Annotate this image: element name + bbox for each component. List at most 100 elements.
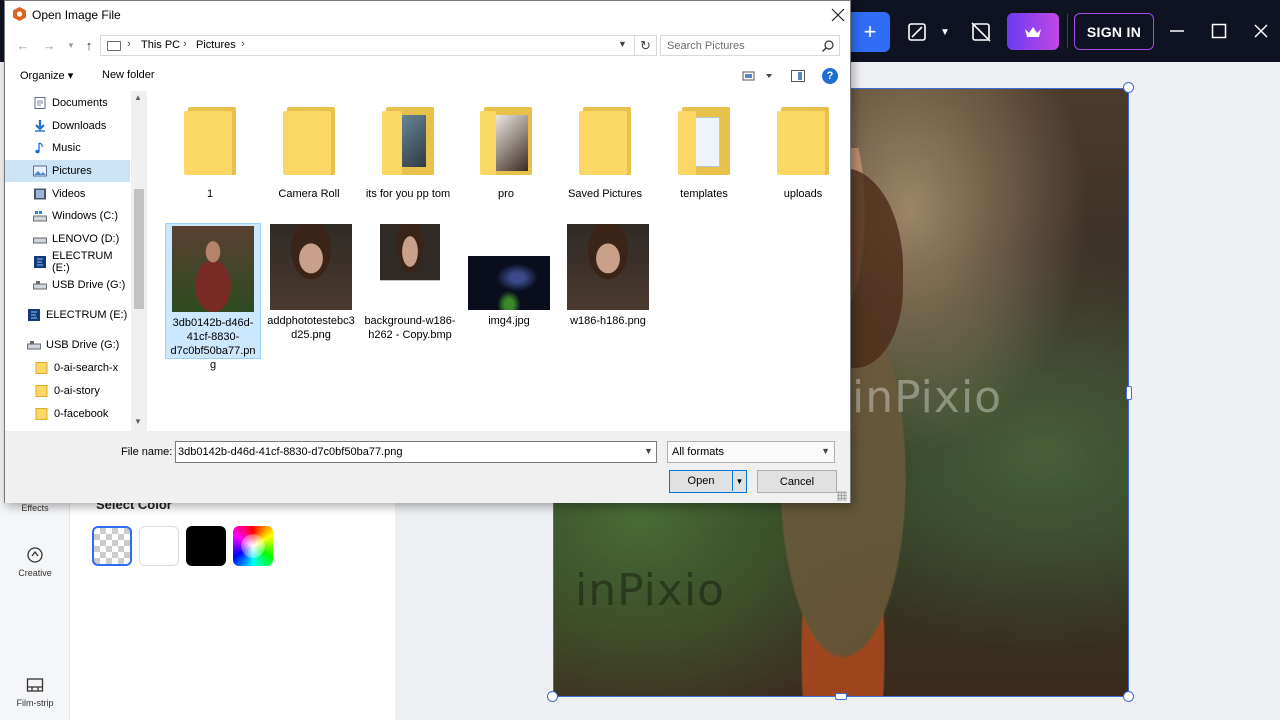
rail-item-effects[interactable]: Effects [0, 503, 70, 513]
nav-item-lenovo-d[interactable]: LENOVO (D:) [5, 228, 130, 250]
open-file-dialog: Open Image File ← → ▼ ↑ › This PC › Pict… [4, 0, 851, 503]
add-button-label: + [863, 19, 877, 44]
dialog-close-button[interactable] [827, 4, 849, 26]
folder-icon [35, 362, 48, 374]
nav-item-documents[interactable]: Documents [5, 92, 130, 114]
file-label: background-w186-h262 - Copy.bmp [364, 315, 456, 341]
file-item[interactable]: addphototestebc3d25.png [263, 224, 359, 342]
no-image-icon[interactable] [966, 18, 996, 46]
nav-item-label: USB Drive (G:) [52, 279, 126, 291]
organize-button[interactable]: Organize ▾ [20, 69, 73, 82]
nav-item-folder[interactable]: 0-facebook [5, 403, 130, 425]
file-name-combobox[interactable]: ▼ [175, 441, 657, 463]
folder-item[interactable]: templates [656, 101, 752, 201]
scroll-down-arrow-icon[interactable]: ▼ [134, 417, 142, 426]
dialog-toolbar: Organize ▾ New folder ? [5, 61, 850, 91]
folder-label: pro [498, 188, 514, 200]
resize-handle[interactable] [835, 693, 847, 700]
nav-item-windows-c[interactable]: Windows (C:) [5, 205, 130, 227]
nav-item-usb-g[interactable]: USB Drive (G:) [5, 274, 130, 296]
folder-item[interactable]: pro [458, 101, 554, 201]
image-thumbnail [567, 224, 649, 310]
folder-icon [283, 107, 335, 177]
file-item[interactable]: background-w186-h262 - Copy.bmp [362, 224, 458, 342]
scrollbar-thumb[interactable] [134, 189, 144, 309]
file-type-select[interactable]: All formats ▼ [667, 441, 835, 463]
resize-handle[interactable] [1123, 691, 1134, 702]
file-item[interactable]: w186-h186.png [560, 224, 656, 328]
cancel-button[interactable]: Cancel [757, 470, 837, 493]
swatch-white[interactable] [139, 526, 179, 566]
folder-label: uploads [783, 188, 823, 200]
nav-item-electrum-e-root[interactable]: ELECTRUM (E:) [5, 304, 130, 326]
sign-in-button[interactable]: SIGN IN [1074, 13, 1154, 50]
file-name-label: File name: [121, 446, 173, 458]
rail-item-creative[interactable]: Creative [0, 546, 70, 578]
resize-grip[interactable] [837, 491, 847, 501]
change-view-button[interactable] [741, 69, 775, 83]
rail-item-film-strip[interactable]: Film-strip [0, 676, 70, 708]
back-arrow-icon[interactable]: ← [15, 37, 31, 53]
resize-handle[interactable] [1123, 82, 1134, 93]
open-options-dropdown[interactable]: ▼ [732, 471, 746, 491]
nav-item-label: Downloads [52, 120, 107, 132]
nav-item-downloads[interactable]: Downloads [5, 115, 130, 137]
new-folder-button[interactable]: New folder [102, 69, 155, 81]
nav-item-folder[interactable]: 0-ai-search-x [5, 357, 130, 379]
forward-arrow-icon[interactable]: → [41, 37, 57, 53]
add-button[interactable]: + [850, 12, 890, 52]
folder-item[interactable]: uploads [755, 101, 851, 201]
nav-item-usb-g-root[interactable]: USB Drive (G:) [5, 334, 130, 356]
swatch-black[interactable] [186, 526, 226, 566]
image-thumbnail [270, 224, 352, 310]
nav-item-music[interactable]: Music [5, 137, 130, 159]
nav-item-folder[interactable]: 0-ai-story [5, 380, 130, 402]
file-item[interactable]: img4.jpg [461, 224, 557, 328]
swatch-color-wheel[interactable] [233, 526, 273, 566]
minimize-window-button[interactable] [1164, 18, 1190, 44]
folder-label: templates [680, 188, 728, 200]
swatch-transparent[interactable] [92, 526, 132, 566]
search-icon[interactable] [821, 39, 835, 53]
dialog-footer: File name: ▼ All formats ▼ Open ▼ Cancel [5, 431, 850, 503]
nav-item-label: 0-facebook [54, 408, 109, 420]
nav-item-electrum-e[interactable]: ELECTRUM (E:) [5, 250, 130, 274]
nav-item-label: LENOVO (D:) [52, 233, 120, 245]
resize-handle[interactable] [547, 691, 558, 702]
breadcrumb-pictures[interactable]: Pictures [196, 39, 236, 51]
nav-item-label: Music [52, 142, 81, 154]
chevron-right-icon: › [183, 38, 187, 50]
pictures-icon [33, 165, 47, 177]
close-window-button[interactable] [1248, 18, 1274, 44]
nav-pane-scrollbar[interactable]: ▲ ▼ [131, 91, 147, 431]
edit-icon[interactable] [903, 18, 931, 46]
folder-item[interactable]: its for you pp tom [360, 101, 456, 201]
chevron-down-icon[interactable]: ▼ [618, 39, 627, 49]
nav-item-pictures[interactable]: Pictures [5, 160, 130, 182]
folder-item[interactable]: Saved Pictures [557, 101, 653, 201]
preview-pane-icon[interactable] [791, 70, 805, 82]
chevron-right-icon[interactable]: › [241, 38, 245, 50]
search-box[interactable] [660, 35, 840, 56]
folder-item[interactable]: Camera Roll [261, 101, 357, 201]
search-input[interactable] [663, 37, 813, 54]
help-icon[interactable]: ? [822, 68, 838, 84]
address-bar[interactable]: › This PC › Pictures › ▼ [100, 35, 635, 56]
resize-handle[interactable] [1126, 386, 1132, 400]
folder-item[interactable]: 1 [162, 101, 258, 201]
open-button[interactable]: Open ▼ [669, 470, 747, 493]
file-item-selected[interactable]: 3db0142b-d46d-41cf-8830-d7c0bf50ba77.png [165, 223, 261, 371]
refresh-button[interactable]: ↻ [635, 35, 657, 56]
nav-item-videos[interactable]: Videos [5, 183, 130, 205]
rail-item-label: Creative [18, 568, 52, 578]
maximize-window-button[interactable] [1206, 18, 1232, 44]
scroll-up-arrow-icon[interactable]: ▲ [134, 93, 142, 102]
documents-icon [34, 97, 46, 109]
file-name-input[interactable] [178, 444, 638, 460]
premium-crown-button[interactable] [1007, 13, 1059, 50]
breadcrumb-this-pc[interactable]: This PC [141, 39, 180, 51]
recent-locations-icon[interactable]: ▼ [63, 37, 79, 53]
chevron-down-icon[interactable]: ▼ [644, 446, 653, 456]
up-arrow-icon[interactable]: ↑ [81, 37, 97, 53]
chevron-down-icon[interactable]: ▼ [935, 18, 955, 46]
